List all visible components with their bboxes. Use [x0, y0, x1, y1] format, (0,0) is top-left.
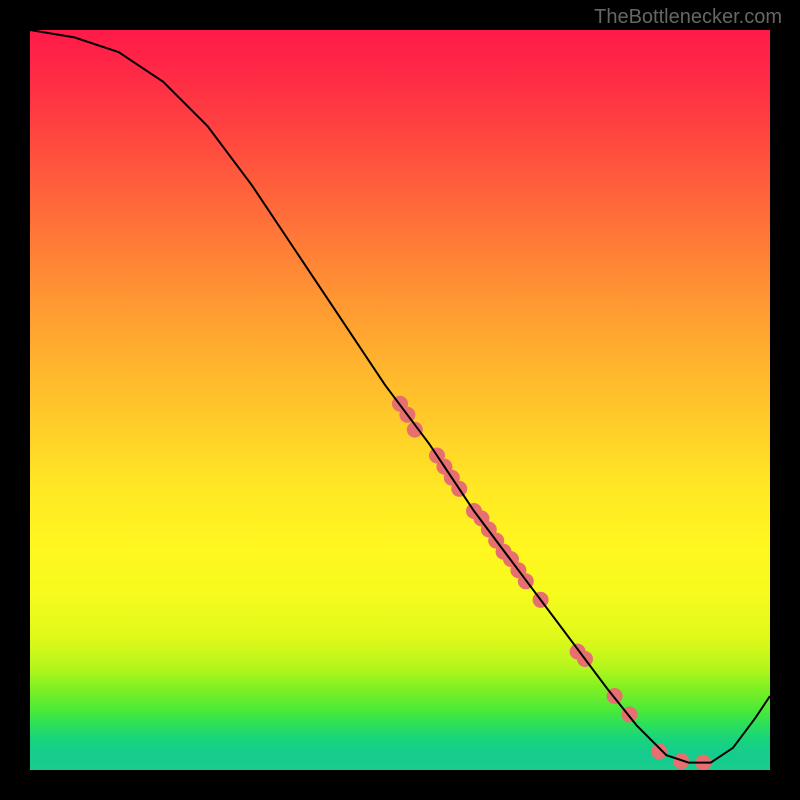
- chart-svg: [30, 30, 770, 770]
- data-points: [392, 396, 711, 770]
- data-point: [651, 744, 667, 760]
- watermark-text: TheBottleneсker.com: [594, 6, 782, 29]
- plot-area: [30, 30, 770, 770]
- chart-frame: TheBottleneсker.com: [0, 0, 800, 800]
